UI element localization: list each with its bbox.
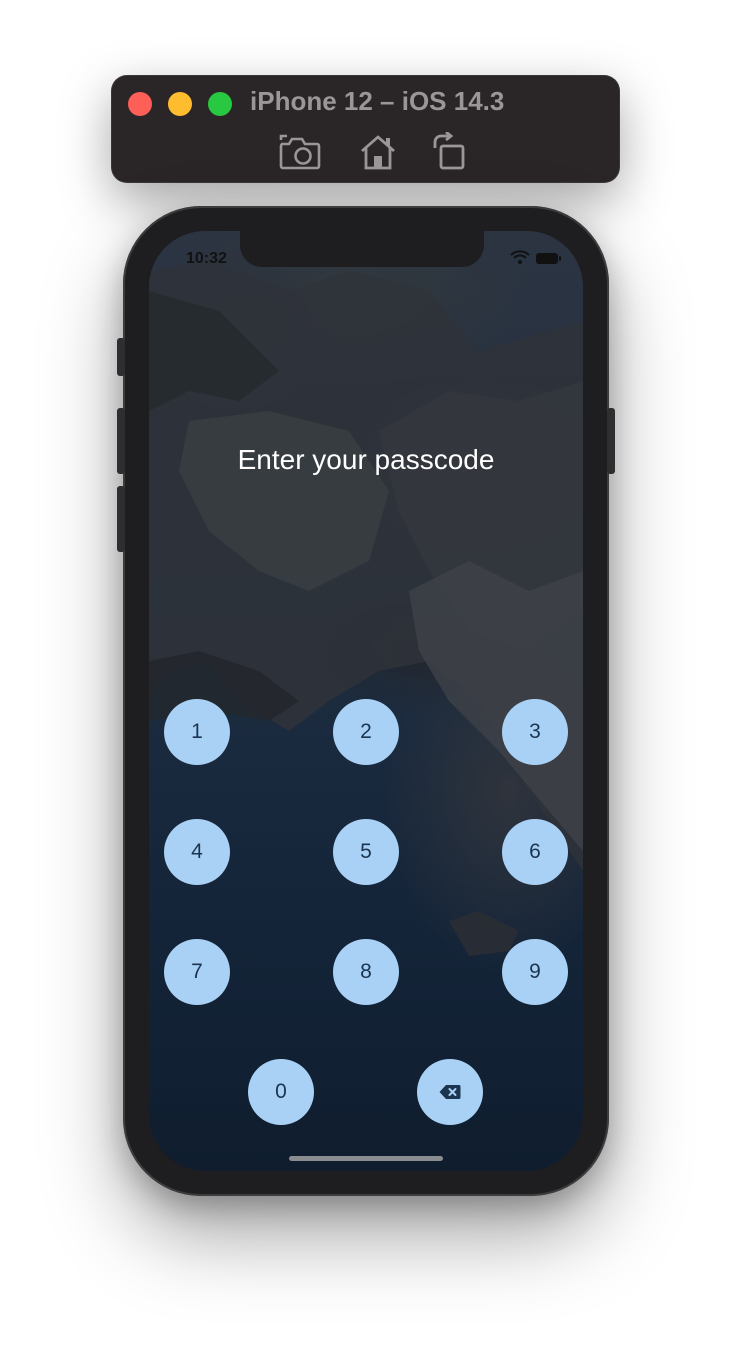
side-power-button <box>607 408 615 474</box>
mute-switch <box>117 338 125 376</box>
backspace-icon <box>439 1085 461 1099</box>
volume-up-button <box>117 408 125 474</box>
rotate-icon[interactable] <box>432 132 468 172</box>
keypad-key-7[interactable]: 7 <box>164 939 230 1005</box>
keypad-key-2[interactable]: 2 <box>333 699 399 765</box>
delete-button[interactable] <box>417 1059 483 1125</box>
keypad-key-9[interactable]: 9 <box>502 939 568 1005</box>
status-icons <box>510 250 562 266</box>
wifi-icon <box>510 250 530 264</box>
keypad-key-4[interactable]: 4 <box>164 819 230 885</box>
keypad-key-8[interactable]: 8 <box>333 939 399 1005</box>
status-time: 10:32 <box>186 250 227 267</box>
volume-down-button <box>117 486 125 552</box>
window-close-button[interactable] <box>128 92 152 116</box>
battery-icon <box>536 253 561 264</box>
keypad-key-1[interactable]: 1 <box>164 699 230 765</box>
window-minimize-button[interactable] <box>168 92 192 116</box>
home-indicator[interactable] <box>289 1156 443 1161</box>
window-title: iPhone 12 – iOS 14.3 <box>250 86 505 116</box>
home-icon[interactable] <box>358 132 398 172</box>
keypad-key-5[interactable]: 5 <box>333 819 399 885</box>
keypad-key-0[interactable]: 0 <box>248 1059 314 1125</box>
keypad-key-6[interactable]: 6 <box>502 819 568 885</box>
notch <box>240 231 484 267</box>
passcode-prompt: Enter your passcode <box>237 444 495 475</box>
window-zoom-button[interactable] <box>208 92 232 116</box>
camera-icon[interactable] <box>278 132 322 172</box>
keypad-key-3[interactable]: 3 <box>502 699 568 765</box>
